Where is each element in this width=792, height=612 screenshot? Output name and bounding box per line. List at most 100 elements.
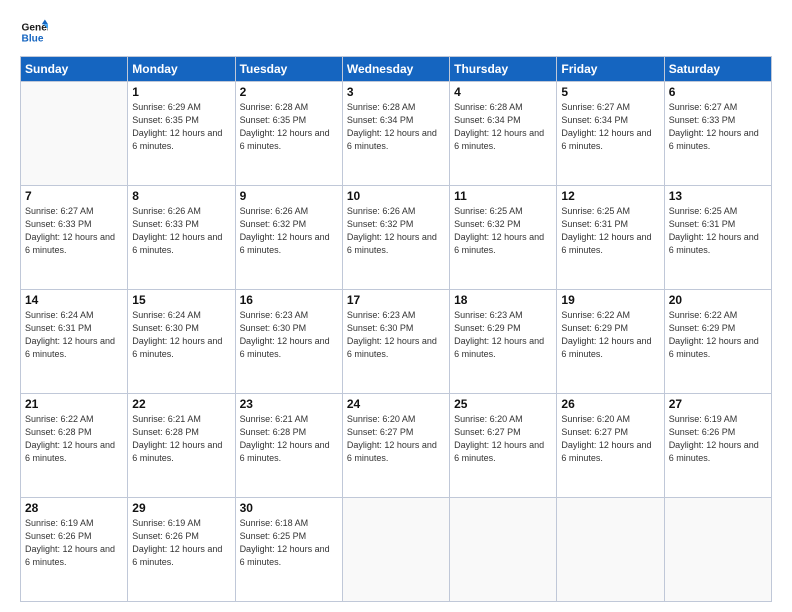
- table-cell: 24 Sunrise: 6:20 AMSunset: 6:27 PMDayligh…: [342, 394, 449, 498]
- table-cell: 28 Sunrise: 6:19 AMSunset: 6:26 PMDayligh…: [21, 498, 128, 602]
- day-detail: Sunrise: 6:19 AMSunset: 6:26 PMDaylight:…: [25, 517, 123, 569]
- table-cell: [664, 498, 771, 602]
- day-number: 14: [25, 293, 123, 307]
- table-cell: 3 Sunrise: 6:28 AMSunset: 6:34 PMDaylight…: [342, 82, 449, 186]
- table-cell: 26 Sunrise: 6:20 AMSunset: 6:27 PMDayligh…: [557, 394, 664, 498]
- day-detail: Sunrise: 6:22 AMSunset: 6:29 PMDaylight:…: [561, 309, 659, 361]
- day-number: 28: [25, 501, 123, 515]
- table-cell: 13 Sunrise: 6:25 AMSunset: 6:31 PMDayligh…: [664, 186, 771, 290]
- day-detail: Sunrise: 6:20 AMSunset: 6:27 PMDaylight:…: [347, 413, 445, 465]
- day-detail: Sunrise: 6:19 AMSunset: 6:26 PMDaylight:…: [669, 413, 767, 465]
- day-number: 29: [132, 501, 230, 515]
- day-number: 15: [132, 293, 230, 307]
- day-detail: Sunrise: 6:24 AMSunset: 6:30 PMDaylight:…: [132, 309, 230, 361]
- table-cell: 12 Sunrise: 6:25 AMSunset: 6:31 PMDayligh…: [557, 186, 664, 290]
- table-cell: 9Sunrise: 6:26 AMSunset: 6:32 PMDaylight…: [235, 186, 342, 290]
- day-detail: Sunrise: 6:20 AMSunset: 6:27 PMDaylight:…: [561, 413, 659, 465]
- col-friday: Friday: [557, 57, 664, 82]
- day-number: 23: [240, 397, 338, 411]
- table-cell: [342, 498, 449, 602]
- day-number: 12: [561, 189, 659, 203]
- day-number: 18: [454, 293, 552, 307]
- day-detail: Sunrise: 6:22 AMSunset: 6:28 PMDaylight:…: [25, 413, 123, 465]
- day-detail: Sunrise: 6:27 AMSunset: 6:34 PMDaylight:…: [561, 101, 659, 153]
- day-detail: Sunrise: 6:26 AMSunset: 6:32 PMDaylight:…: [347, 205, 445, 257]
- day-number: 17: [347, 293, 445, 307]
- day-detail: Sunrise: 6:21 AMSunset: 6:28 PMDaylight:…: [240, 413, 338, 465]
- svg-text:Blue: Blue: [22, 33, 44, 44]
- day-number: 16: [240, 293, 338, 307]
- table-cell: 2 Sunrise: 6:28 AMSunset: 6:35 PMDaylight…: [235, 82, 342, 186]
- day-number: 30: [240, 501, 338, 515]
- day-number: 10: [347, 189, 445, 203]
- day-detail: Sunrise: 6:28 AMSunset: 6:34 PMDaylight:…: [454, 101, 552, 153]
- table-cell: 19 Sunrise: 6:22 AMSunset: 6:29 PMDayligh…: [557, 290, 664, 394]
- day-detail: Sunrise: 6:23 AMSunset: 6:30 PMDaylight:…: [240, 309, 338, 361]
- day-detail: Sunrise: 6:22 AMSunset: 6:29 PMDaylight:…: [669, 309, 767, 361]
- table-cell: 4 Sunrise: 6:28 AMSunset: 6:34 PMDaylight…: [450, 82, 557, 186]
- col-tuesday: Tuesday: [235, 57, 342, 82]
- table-cell: 23 Sunrise: 6:21 AMSunset: 6:28 PMDayligh…: [235, 394, 342, 498]
- table-cell: 20 Sunrise: 6:22 AMSunset: 6:29 PMDayligh…: [664, 290, 771, 394]
- table-cell: 7 Sunrise: 6:27 AMSunset: 6:33 PMDaylight…: [21, 186, 128, 290]
- day-number: 4: [454, 85, 552, 99]
- day-detail: Sunrise: 6:26 AMSunset: 6:33 PMDaylight:…: [132, 205, 230, 257]
- day-number: 25: [454, 397, 552, 411]
- day-number: 24: [347, 397, 445, 411]
- day-number: 2: [240, 85, 338, 99]
- table-cell: 16 Sunrise: 6:23 AMSunset: 6:30 PMDayligh…: [235, 290, 342, 394]
- day-number: 1: [132, 85, 230, 99]
- logo-icon: General Blue: [20, 18, 48, 46]
- day-number: 13: [669, 189, 767, 203]
- logo: General Blue: [20, 18, 52, 46]
- table-cell: 5 Sunrise: 6:27 AMSunset: 6:34 PMDaylight…: [557, 82, 664, 186]
- day-number: 21: [25, 397, 123, 411]
- day-detail: Sunrise: 6:23 AMSunset: 6:29 PMDaylight:…: [454, 309, 552, 361]
- table-cell: 14 Sunrise: 6:24 AMSunset: 6:31 PMDayligh…: [21, 290, 128, 394]
- day-detail: Sunrise: 6:24 AMSunset: 6:31 PMDaylight:…: [25, 309, 123, 361]
- table-cell: 8 Sunrise: 6:26 AMSunset: 6:33 PMDaylight…: [128, 186, 235, 290]
- day-detail: Sunrise: 6:25 AMSunset: 6:32 PMDaylight:…: [454, 205, 552, 257]
- table-cell: 25 Sunrise: 6:20 AMSunset: 6:27 PMDayligh…: [450, 394, 557, 498]
- day-detail: Sunrise: 6:28 AMSunset: 6:35 PMDaylight:…: [240, 101, 338, 153]
- table-cell: 10 Sunrise: 6:26 AMSunset: 6:32 PMDayligh…: [342, 186, 449, 290]
- day-detail: Sunrise: 6:25 AMSunset: 6:31 PMDaylight:…: [669, 205, 767, 257]
- table-cell: 30 Sunrise: 6:18 AMSunset: 6:25 PMDayligh…: [235, 498, 342, 602]
- day-detail: Sunrise: 6:25 AMSunset: 6:31 PMDaylight:…: [561, 205, 659, 257]
- day-detail: Sunrise: 6:27 AMSunset: 6:33 PMDaylight:…: [25, 205, 123, 257]
- day-number: 5: [561, 85, 659, 99]
- table-cell: 17Sunrise: 6:23 AMSunset: 6:30 PMDayligh…: [342, 290, 449, 394]
- col-thursday: Thursday: [450, 57, 557, 82]
- day-number: 20: [669, 293, 767, 307]
- day-number: 3: [347, 85, 445, 99]
- col-monday: Monday: [128, 57, 235, 82]
- day-number: 27: [669, 397, 767, 411]
- table-cell: 21 Sunrise: 6:22 AMSunset: 6:28 PMDayligh…: [21, 394, 128, 498]
- table-cell: 27 Sunrise: 6:19 AMSunset: 6:26 PMDayligh…: [664, 394, 771, 498]
- day-detail: Sunrise: 6:21 AMSunset: 6:28 PMDaylight:…: [132, 413, 230, 465]
- calendar-table: Sunday Monday Tuesday Wednesday Thursday…: [20, 56, 772, 602]
- table-cell: 18 Sunrise: 6:23 AMSunset: 6:29 PMDayligh…: [450, 290, 557, 394]
- day-detail: Sunrise: 6:18 AMSunset: 6:25 PMDaylight:…: [240, 517, 338, 569]
- day-number: 6: [669, 85, 767, 99]
- table-cell: 1 Sunrise: 6:29 AMSunset: 6:35 PMDaylight…: [128, 82, 235, 186]
- day-detail: Sunrise: 6:29 AMSunset: 6:35 PMDaylight:…: [132, 101, 230, 153]
- table-cell: 22 Sunrise: 6:21 AMSunset: 6:28 PMDayligh…: [128, 394, 235, 498]
- day-detail: Sunrise: 6:20 AMSunset: 6:27 PMDaylight:…: [454, 413, 552, 465]
- table-cell: 15 Sunrise: 6:24 AMSunset: 6:30 PMDayligh…: [128, 290, 235, 394]
- day-number: 8: [132, 189, 230, 203]
- day-detail: Sunrise: 6:28 AMSunset: 6:34 PMDaylight:…: [347, 101, 445, 153]
- day-number: 11: [454, 189, 552, 203]
- day-number: 7: [25, 189, 123, 203]
- calendar-header-row: Sunday Monday Tuesday Wednesday Thursday…: [21, 57, 772, 82]
- col-saturday: Saturday: [664, 57, 771, 82]
- day-number: 22: [132, 397, 230, 411]
- day-detail: Sunrise: 6:27 AMSunset: 6:33 PMDaylight:…: [669, 101, 767, 153]
- day-number: 19: [561, 293, 659, 307]
- col-sunday: Sunday: [21, 57, 128, 82]
- col-wednesday: Wednesday: [342, 57, 449, 82]
- day-number: 26: [561, 397, 659, 411]
- header: General Blue: [20, 18, 772, 46]
- day-detail: Sunrise: 6:19 AMSunset: 6:26 PMDaylight:…: [132, 517, 230, 569]
- day-number: 9: [240, 189, 338, 203]
